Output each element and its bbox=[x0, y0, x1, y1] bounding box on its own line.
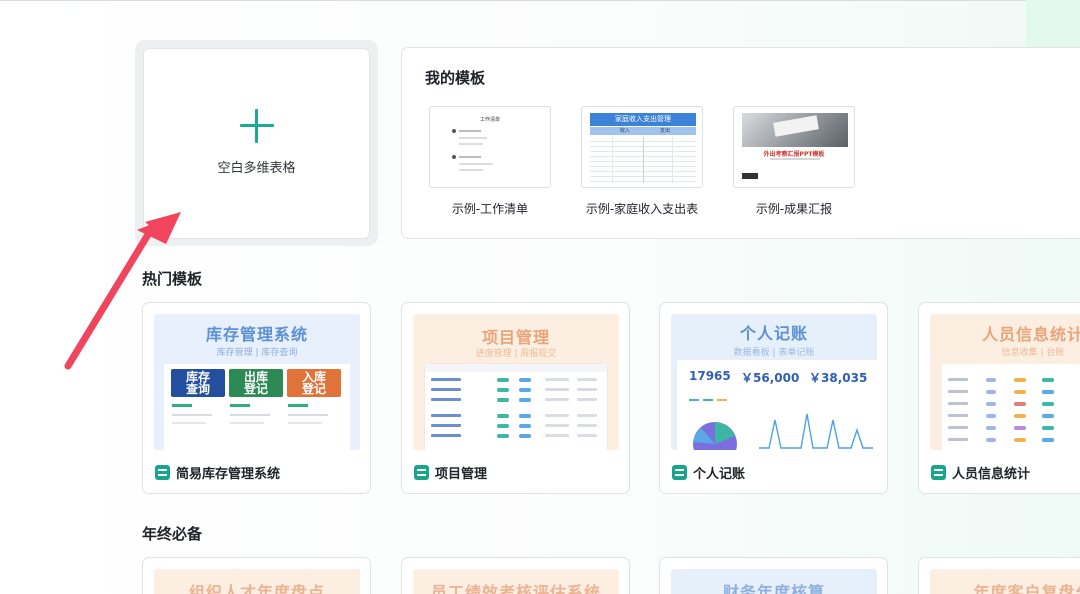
preview-charts bbox=[689, 399, 873, 450]
template-card-customer-review[interactable]: 年度客户复盘分 bbox=[918, 557, 1080, 594]
hot-templates-title: 热门模板 bbox=[142, 270, 203, 288]
template-card-finance[interactable]: 财务年度核算 bbox=[659, 557, 888, 594]
stat-value: ￥56,000 bbox=[741, 371, 800, 385]
plus-icon bbox=[239, 109, 274, 143]
sheet-icon bbox=[672, 465, 687, 480]
stat-value: 17965 bbox=[689, 369, 731, 383]
template-card-accounting[interactable]: 个人记账 数据看板 | 表单记账 17965 ￥56,000 ￥38,035 个… bbox=[659, 302, 888, 494]
template-thumbnail: 工作清单 bbox=[429, 106, 551, 188]
thumb-income: 收入 bbox=[620, 128, 631, 134]
template-preview: 库存管理系统 库存管理 | 库存查询 库存 查询 出库 登记 入库 登记 bbox=[154, 314, 360, 450]
preview-title: 项目管理 bbox=[481, 328, 550, 347]
preview-subtitle: 信息收集 | 台账 bbox=[1001, 348, 1065, 358]
preview-title: 个人记账 bbox=[739, 324, 808, 343]
preview-title: 年度客户复盘分 bbox=[973, 583, 1080, 594]
template-thumbnail: 家庭收入支出管理 收入 支出 bbox=[581, 106, 703, 188]
my-templates-title: 我的模板 bbox=[425, 69, 486, 87]
thumb-title: 工作清单 bbox=[479, 117, 500, 123]
my-template-household-budget[interactable]: 家庭收入支出管理 收入 支出 示例-家庭收入支出表 bbox=[581, 106, 703, 217]
template-card-performance[interactable]: 员工绩效考核评估系统 bbox=[401, 557, 630, 594]
template-name: 简易库存管理系统 bbox=[176, 467, 281, 482]
template-footer: 简易库存管理系统 bbox=[155, 463, 280, 482]
template-preview: 组织人才年度盘点 bbox=[154, 569, 360, 594]
preview-subtitle: 数据看板 | 表单记账 bbox=[733, 348, 815, 358]
template-preview: 人员信息统计 信息收集 | 台账 bbox=[930, 314, 1080, 450]
template-preview: 员工绩效考核评估系统 bbox=[413, 569, 619, 594]
year-end-title: 年终必备 bbox=[142, 525, 203, 543]
template-name: 个人记账 bbox=[693, 467, 746, 482]
preview-subtitle: 库存管理 | 库存查询 bbox=[216, 348, 298, 358]
preview-title: 员工绩效考核评估系统 bbox=[430, 583, 601, 594]
template-footer: 项目管理 bbox=[414, 463, 487, 482]
template-card-talent-review[interactable]: 组织人才年度盘点 bbox=[142, 557, 371, 594]
my-template-work-list[interactable]: 工作清单 示例-工作清单 bbox=[429, 106, 551, 217]
thumb-title: 外出考察汇报PPT模板 bbox=[763, 151, 825, 158]
blank-table-card[interactable]: 空白多维表格 bbox=[143, 48, 370, 239]
template-footer: 人员信息统计 bbox=[931, 463, 1030, 482]
thumb-expense: 支出 bbox=[660, 128, 671, 134]
template-preview: 项目管理 进度管理 | 周报提交 bbox=[413, 314, 619, 450]
stat-value: ￥38,035 bbox=[809, 371, 868, 385]
preview-title: 库存管理系统 bbox=[205, 325, 308, 344]
template-footer: 个人记账 bbox=[672, 463, 745, 482]
template-label: 示例-成果汇报 bbox=[755, 202, 833, 216]
template-card-personnel[interactable]: 人员信息统计 信息收集 | 台账 人员信息统计 bbox=[918, 302, 1080, 494]
top-divider bbox=[0, 0, 1080, 1]
blank-table-card-highlight: 空白多维表格 bbox=[135, 40, 378, 246]
template-name: 人员信息统计 bbox=[952, 467, 1031, 482]
template-name: 项目管理 bbox=[435, 467, 488, 482]
sheet-icon bbox=[931, 465, 946, 480]
preview-subtitle: 进度管理 | 周报提交 bbox=[475, 349, 557, 359]
blank-table-label: 空白多维表格 bbox=[217, 161, 296, 176]
my-template-report[interactable]: 外出考察汇报PPT模板 示例-成果汇报 bbox=[733, 106, 855, 217]
template-preview: 个人记账 数据看板 | 表单记账 17965 ￥56,000 ￥38,035 bbox=[671, 314, 877, 450]
tile-inbound-register: 入库 登记 bbox=[287, 369, 341, 397]
preview-title: 财务年度核算 bbox=[722, 583, 825, 594]
sheet-icon bbox=[414, 465, 429, 480]
template-card-project[interactable]: 项目管理 进度管理 | 周报提交 项目管理 bbox=[401, 302, 630, 494]
tile-inventory-query: 库存 查询 bbox=[171, 369, 225, 397]
tile-outbound-register: 出库 登记 bbox=[229, 369, 283, 397]
template-preview: 财务年度核算 bbox=[671, 569, 877, 594]
template-preview: 年度客户复盘分 bbox=[930, 569, 1080, 594]
template-label: 示例-家庭收入支出表 bbox=[585, 202, 699, 216]
template-thumbnail: 外出考察汇报PPT模板 bbox=[733, 106, 855, 188]
preview-title: 组织人才年度盘点 bbox=[188, 583, 325, 594]
preview-sheet bbox=[942, 364, 1080, 450]
preview-title: 人员信息统计 bbox=[981, 325, 1080, 344]
preview-sheet bbox=[425, 364, 607, 450]
my-templates-panel: 我的模板 工作清单 示例-工作清单 家庭收入支出管理 收入 支出 示例-家庭收入… bbox=[401, 47, 1080, 239]
template-card-inventory[interactable]: 库存管理系统 库存管理 | 库存查询 库存 查询 出库 登记 入库 登记 简易库… bbox=[142, 302, 371, 494]
sheet-icon bbox=[155, 465, 170, 480]
template-label: 示例-工作清单 bbox=[451, 202, 529, 216]
thumb-title: 家庭收入支出管理 bbox=[615, 115, 671, 123]
